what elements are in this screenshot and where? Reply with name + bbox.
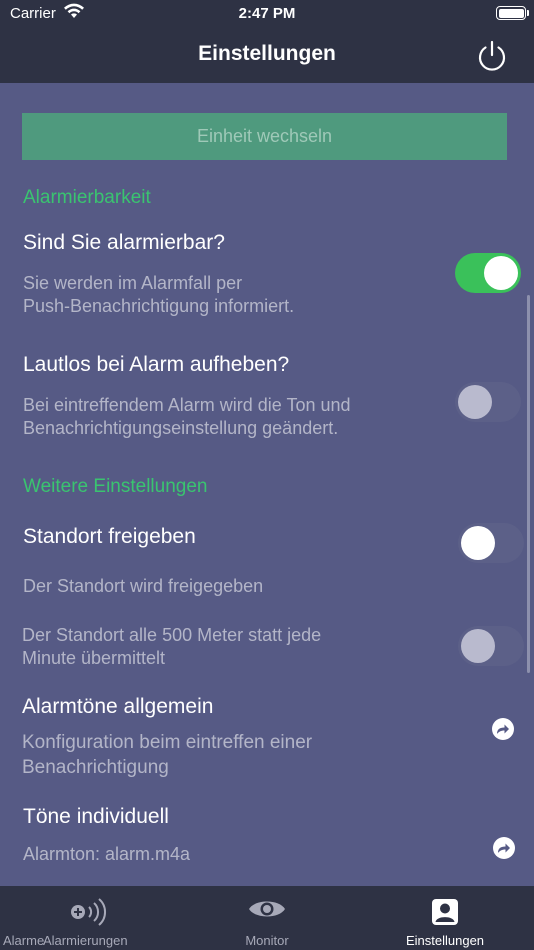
tab-alarme-label: Alarme xyxy=(3,933,45,948)
alarm-broadcast-icon xyxy=(69,898,107,931)
eye-icon xyxy=(248,896,286,927)
battery-icon xyxy=(496,6,529,20)
tab-einstellungen-label: Einstellungen xyxy=(405,933,485,948)
status-bar: Carrier 2:47 PM xyxy=(0,0,534,28)
standort-desc: Der Standort wird freigegeben xyxy=(23,576,264,596)
scrollbar[interactable] xyxy=(527,295,530,673)
switch-unit-label: Einheit wechseln xyxy=(196,126,333,146)
alarmierbar-toggle[interactable] xyxy=(455,253,521,293)
standort-500-desc: Der Standort alle 500 Meter statt jede M… xyxy=(22,624,321,670)
tab-alarmierungen[interactable]: Alarme Alarmierungen xyxy=(0,886,178,950)
alarmtoene-desc-line-1: Konfiguration beim eintreffen einer xyxy=(22,732,313,753)
toene-individuell-forward-arrow-icon[interactable] xyxy=(493,837,515,859)
alarmtoene-desc: Konfiguration beim eintreffen einer Bena… xyxy=(22,730,312,780)
alarmtoene-forward-arrow-icon[interactable] xyxy=(492,718,514,740)
lautlos-desc: Bei eintreffendem Alarm wird die Ton und… xyxy=(23,394,351,440)
power-icon[interactable] xyxy=(474,38,510,74)
alarmtoene-desc-line-2: Benachrichtigung xyxy=(22,757,169,778)
lautlos-toggle[interactable] xyxy=(455,382,521,422)
standort-500-toggle[interactable] xyxy=(458,626,524,666)
page-title: Einstellungen xyxy=(198,42,336,65)
settings-list[interactable]: Einheit wechseln Alarmierbarkeit Sind Si… xyxy=(0,83,534,886)
lautlos-desc-line-2: Benachrichtigungseinstellung geändert. xyxy=(23,418,339,438)
tab-monitor[interactable]: Monitor xyxy=(178,886,356,950)
toene-individuell-desc: Alarmton: alarm.m4a xyxy=(23,844,191,864)
lautlos-title: Lautlos bei Alarm aufheben? xyxy=(23,353,290,376)
tab-einstellungen[interactable]: Einstellungen xyxy=(356,886,534,950)
standort-title: Standort freigeben xyxy=(23,525,196,548)
section-header-alarmierbarkeit: Alarmierbarkeit xyxy=(23,187,151,208)
standort-500-desc-line-2: Minute übermittelt xyxy=(22,648,166,668)
standort-500-desc-line-1: Der Standort alle 500 Meter statt jede xyxy=(22,625,322,645)
status-time: 2:47 PM xyxy=(238,5,296,22)
section-header-weitere: Weitere Einstellungen xyxy=(23,476,208,497)
alarmtoene-title: Alarmtöne allgemein xyxy=(22,695,214,718)
standort-toggle[interactable] xyxy=(458,523,524,563)
switch-unit-button[interactable]: Einheit wechseln xyxy=(22,113,507,160)
alarmierbar-desc-line-2: Push-Benachrichtigung informiert. xyxy=(23,296,295,316)
person-card-icon xyxy=(431,898,459,931)
alarmierbar-desc: Sie werden im Alarmfall per Push-Benachr… xyxy=(23,272,294,318)
toene-individuell-title: Töne individuell xyxy=(23,805,169,828)
alarmierbar-desc-line-1: Sie werden im Alarmfall per xyxy=(23,273,243,293)
lautlos-desc-line-1: Bei eintreffendem Alarm wird die Ton und xyxy=(23,395,351,415)
alarmierbar-title: Sind Sie alarmierbar? xyxy=(23,231,225,254)
tab-monitor-label: Monitor xyxy=(245,933,289,948)
tab-alarmierungen-label: Alarmierungen xyxy=(43,933,128,948)
header: Carrier 2:47 PM Einstellungen xyxy=(0,0,534,83)
tab-bar: Alarme Alarmierungen Monitor Einstellung… xyxy=(0,886,534,950)
